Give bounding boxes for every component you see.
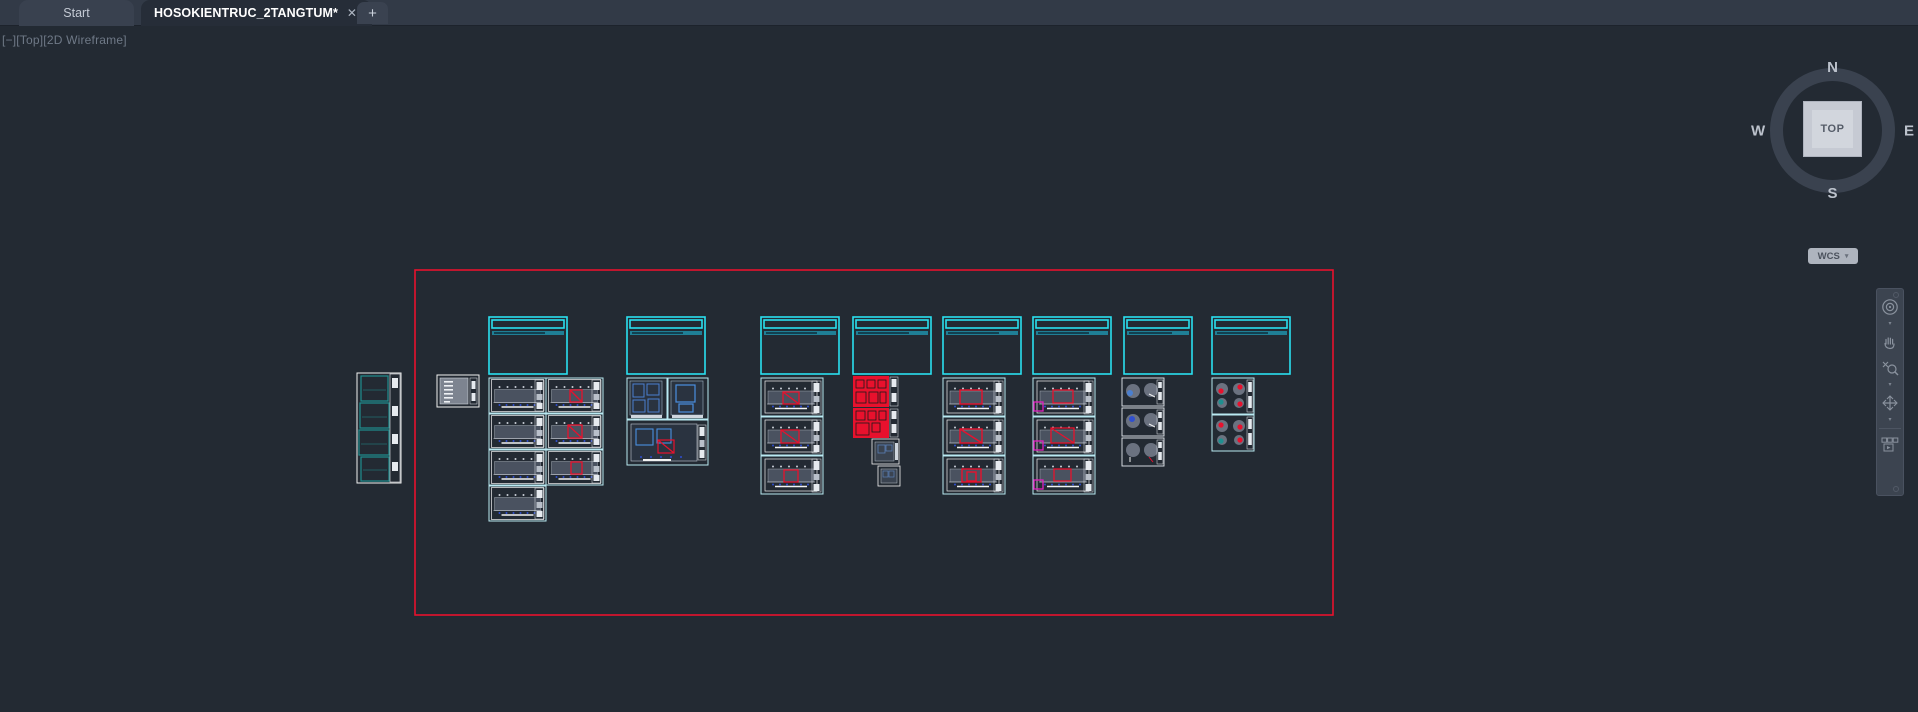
compass-east-label[interactable]: E	[1904, 122, 1914, 139]
orbit-icon[interactable]	[1878, 391, 1902, 415]
compass-south-label[interactable]: S	[1827, 185, 1837, 202]
sheet-col-b	[545, 377, 604, 486]
sheet-group-1	[488, 316, 604, 522]
sheet-group-5	[942, 316, 1022, 495]
autocad-window: Start HOSOKIENTRUC_2TANGTUM* ✕ + — ❐ ✕ […	[0, 0, 1918, 712]
sheet-group-2	[626, 316, 709, 466]
plus-icon: +	[368, 4, 377, 22]
view-cube-face-label: TOP	[1812, 110, 1853, 148]
zoom-chevron-icon[interactable]: ▾	[1888, 382, 1891, 389]
cad-drawing-content	[0, 26, 1918, 712]
sheet-group-8	[1211, 316, 1291, 452]
compass-west-label[interactable]: W	[1751, 122, 1765, 139]
pan-icon[interactable]	[1878, 330, 1902, 354]
chevron-down-icon: ▾	[1844, 253, 1849, 260]
steering-wheels-icon[interactable]	[1878, 295, 1902, 319]
detail-sheet-small	[436, 374, 480, 408]
view-cube-face[interactable]: TOP	[1803, 101, 1862, 157]
new-tab-button[interactable]: +	[357, 2, 388, 24]
document-tab-bar: Start HOSOKIENTRUC_2TANGTUM* ✕ +	[0, 0, 1918, 26]
navbar-divider	[1879, 428, 1901, 429]
tab-start[interactable]: Start	[19, 0, 134, 26]
drawing-canvas[interactable]: [−][Top][2D Wireframe] TOP N S W E WCS ▾…	[0, 26, 1918, 712]
cad-vector-canvas	[356, 269, 1334, 616]
orbit-chevron-icon[interactable]: ▾	[1888, 417, 1891, 424]
sheet-group-7	[1121, 316, 1193, 467]
navbar-grip-top	[1893, 292, 1899, 298]
zoom-extents-icon[interactable]	[1878, 356, 1902, 380]
sheet-group-3	[760, 316, 840, 495]
red-boundary-rectangle	[414, 269, 1334, 616]
view-cube[interactable]: TOP N S W E	[1751, 59, 1914, 202]
tab-hosokientruc[interactable]: HOSOKIENTRUC_2TANGTUM* ✕	[141, 0, 373, 26]
ucs-selector[interactable]: WCS ▾	[1808, 248, 1858, 264]
navbar-grip-bottom	[1893, 486, 1899, 492]
sheet-group-4	[852, 316, 932, 487]
plan-stack-left	[356, 372, 402, 484]
showmotion-icon[interactable]	[1878, 433, 1902, 457]
navigation-bar[interactable]: ▾ ▾ ▾	[1876, 288, 1904, 496]
steering-wheels-chevron-icon[interactable]: ▾	[1888, 321, 1891, 328]
tab-hosokientruc-label: HOSOKIENTRUC_2TANGTUM*	[154, 6, 338, 20]
ucs-label: WCS	[1817, 250, 1840, 262]
tab-start-label: Start	[63, 6, 90, 20]
compass-north-label[interactable]: N	[1827, 59, 1838, 76]
sheet-col-a	[488, 377, 547, 522]
sheet-group-6	[1032, 316, 1112, 495]
